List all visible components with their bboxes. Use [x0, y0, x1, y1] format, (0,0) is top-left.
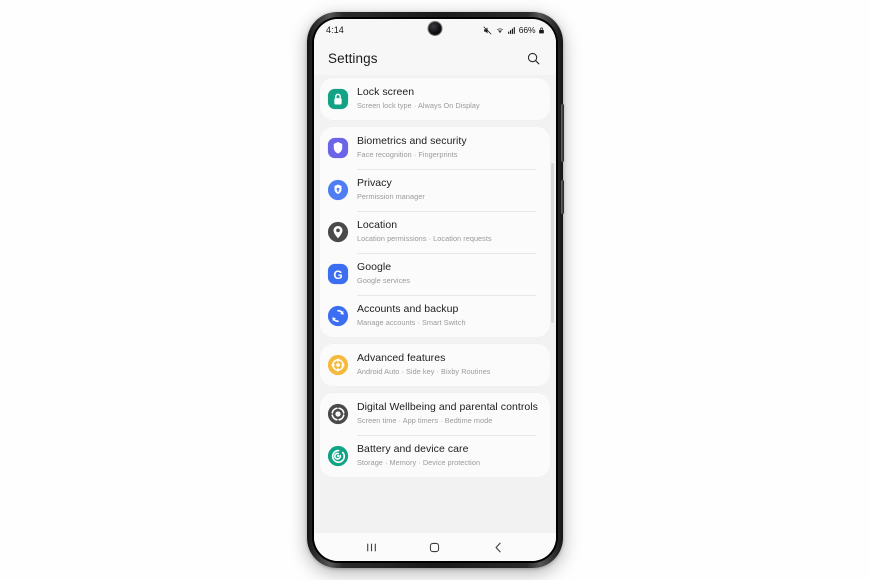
back-icon	[495, 542, 501, 552]
settings-item-title: Location	[357, 219, 398, 231]
lock-icon	[539, 27, 544, 33]
settings-item-title: Biometrics and security	[357, 135, 467, 147]
phone-bezel: 4:14 66% Settings Lock screen Screen loc…	[312, 17, 558, 563]
settings-item-title: Privacy	[357, 177, 392, 189]
settings-item-privacy[interactable]: Privacy Permission manager	[320, 169, 550, 211]
settings-card: Advanced features Android Auto · Side key…	[320, 344, 550, 386]
settings-item-title: Accounts and backup	[357, 303, 459, 315]
settings-item-text: Advanced features Android Auto · Side key…	[357, 352, 540, 378]
settings-item-text: Battery and device care Storage · Memory …	[357, 435, 540, 469]
settings-item-subtitle: Permission manager	[357, 192, 425, 201]
settings-item-battery-and-device-care[interactable]: Battery and device care Storage · Memory …	[320, 435, 550, 477]
advanced-features-icon	[327, 354, 349, 376]
wellbeing-icon	[327, 403, 349, 425]
settings-item-advanced-features[interactable]: Advanced features Android Auto · Side key…	[320, 344, 550, 386]
settings-item-subtitle: Storage · Memory · Device protection	[357, 458, 481, 467]
settings-item-text: Accounts and backup Manage accounts · Sma…	[357, 295, 540, 329]
signal-icon	[508, 26, 516, 34]
settings-item-subtitle: Manage accounts · Smart Switch	[357, 318, 466, 327]
privacy-shield-icon-wrap	[327, 179, 349, 201]
page-title: Settings	[328, 50, 378, 66]
settings-item-title: Google	[357, 261, 392, 273]
settings-item-text: Lock screen Screen lock type · Always On …	[357, 86, 540, 112]
google-g-icon-wrap: G	[327, 263, 349, 285]
home-icon	[430, 542, 440, 552]
volume-button[interactable]	[561, 104, 564, 162]
settings-item-text: Privacy Permission manager	[357, 169, 540, 203]
power-button[interactable]	[561, 180, 564, 214]
phone-frame: 4:14 66% Settings Lock screen Screen loc…	[307, 12, 564, 568]
search-icon	[527, 52, 539, 64]
device-care-icon	[327, 445, 349, 467]
lock-icon	[327, 88, 349, 110]
settings-item-title: Lock screen	[357, 86, 415, 98]
navigation-bar	[314, 533, 556, 561]
status-time: 4:14	[326, 25, 344, 35]
settings-card: Lock screen Screen lock type · Always On …	[320, 78, 550, 120]
wifi-icon	[496, 27, 503, 33]
wellbeing-icon-wrap	[327, 403, 349, 425]
settings-list[interactable]: Lock screen Screen lock type · Always On …	[314, 75, 556, 533]
shield-icon	[327, 137, 349, 159]
settings-item-location[interactable]: Location Location permissions · Location …	[320, 211, 550, 253]
phone-screen: 4:14 66% Settings Lock screen Screen loc…	[314, 19, 556, 561]
advanced-features-icon-wrap	[327, 354, 349, 376]
settings-item-lock-screen[interactable]: Lock screen Screen lock type · Always On …	[320, 78, 550, 120]
settings-item-google[interactable]: G Google Google services	[320, 253, 550, 295]
front-camera-punch-hole	[428, 22, 442, 35]
vertical-scrollbar[interactable]	[551, 163, 554, 323]
location-pin-icon-wrap	[327, 221, 349, 243]
battery-percentage: 66%	[518, 25, 536, 35]
settings-item-subtitle: Screen lock type · Always On Display	[357, 101, 480, 110]
settings-item-subtitle: Screen time · App timers · Bedtime mode	[357, 416, 493, 425]
google-g-icon: G	[327, 263, 349, 285]
settings-item-text: Google Google services	[357, 253, 540, 287]
settings-groups: Lock screen Screen lock type · Always On …	[314, 78, 556, 477]
mute-icon	[483, 25, 492, 35]
settings-card: Biometrics and security Face recognition …	[320, 127, 550, 337]
sync-icon-wrap	[327, 305, 349, 327]
home-button[interactable]	[424, 538, 446, 556]
status-bar: 4:14 66%	[314, 19, 556, 41]
settings-item-subtitle: Location permissions · Location requests	[357, 234, 492, 243]
sync-icon	[327, 305, 349, 327]
screenshot-stage: 4:14 66% Settings Lock screen Screen loc…	[0, 0, 870, 580]
lock-icon-wrap	[327, 88, 349, 110]
device-care-icon-wrap	[327, 445, 349, 467]
settings-item-title: Battery and device care	[357, 443, 469, 455]
settings-item-text: Location Location permissions · Location …	[357, 211, 540, 245]
svg-text:G: G	[333, 268, 342, 282]
recents-icon	[367, 543, 376, 551]
settings-item-subtitle: Google services	[357, 276, 411, 285]
status-icons: 66%	[483, 25, 545, 35]
privacy-shield-icon	[327, 179, 349, 201]
settings-item-title: Digital Wellbeing and parental controls	[357, 401, 538, 413]
app-bar: Settings	[314, 41, 556, 75]
settings-item-subtitle: Android Auto · Side key · Bixby Routines	[357, 367, 491, 376]
settings-item-accounts-and-backup[interactable]: Accounts and backup Manage accounts · Sma…	[320, 295, 550, 337]
settings-item-biometrics-and-security[interactable]: Biometrics and security Face recognition …	[320, 127, 550, 169]
settings-item-subtitle: Face recognition · Fingerprints	[357, 150, 458, 159]
settings-item-text: Digital Wellbeing and parental controls S…	[357, 401, 540, 427]
recents-button[interactable]	[361, 538, 383, 556]
location-pin-icon	[327, 221, 349, 243]
search-button[interactable]	[523, 48, 543, 68]
shield-icon-wrap	[327, 137, 349, 159]
settings-item-digital-wellbeing[interactable]: Digital Wellbeing and parental controls S…	[320, 393, 550, 435]
settings-card: Digital Wellbeing and parental controls S…	[320, 393, 550, 477]
back-button[interactable]	[487, 538, 509, 556]
settings-item-text: Biometrics and security Face recognition …	[357, 135, 540, 161]
settings-item-title: Advanced features	[357, 352, 446, 364]
